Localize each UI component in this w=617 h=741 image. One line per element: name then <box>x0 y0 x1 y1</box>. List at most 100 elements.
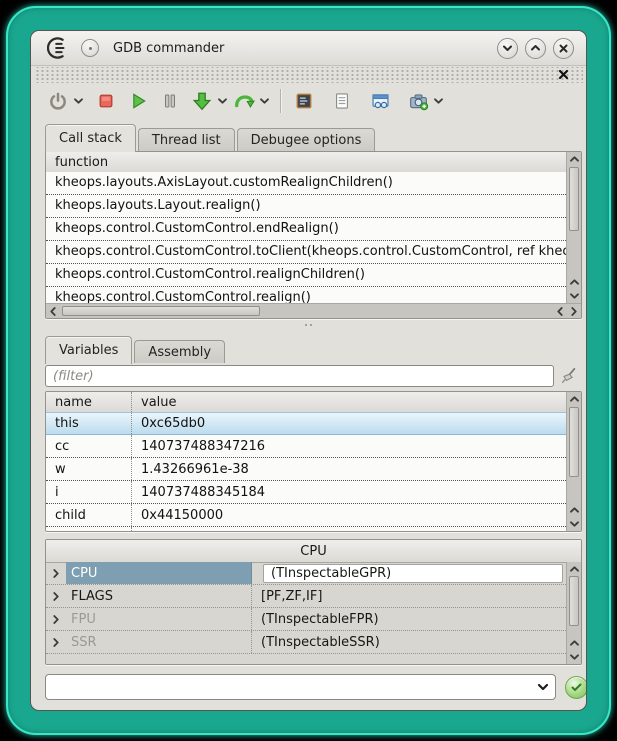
variable-value: 140737488345184 <box>132 481 566 503</box>
expand-chevron-icon[interactable] <box>46 585 66 607</box>
variable-value: 140737488347216 <box>132 435 566 457</box>
stack-frame-row[interactable]: kheops.control.CustomControl.toClient(kh… <box>46 241 566 264</box>
expand-chevron-icon[interactable] <box>46 631 66 653</box>
variable-value: 0x44150000 <box>132 504 566 526</box>
scrollbar-thumb[interactable] <box>569 576 579 626</box>
splitter-handle[interactable] <box>31 319 586 331</box>
cpu-vertical-scrollbar[interactable] <box>566 562 581 664</box>
register-group-name[interactable]: CPU <box>66 562 252 584</box>
register-group-row[interactable]: FLAGS [PF,ZF,IF] <box>46 585 566 608</box>
step-over-button[interactable] <box>231 88 257 114</box>
scrollbar-thumb[interactable] <box>62 306 260 316</box>
variables-panel: name value this 0xc65db0 cc 140737488347… <box>45 391 582 532</box>
register-group-name[interactable]: SSR <box>66 631 252 653</box>
callstack-vertical-scrollbar[interactable] <box>566 152 581 303</box>
scroll-arrows[interactable] <box>567 503 581 531</box>
register-value-editbox[interactable]: (TInspectableGPR) <box>263 564 563 583</box>
tab-variables[interactable]: Variables <box>45 336 132 364</box>
snapshot-button[interactable] <box>405 88 431 114</box>
clear-filter-button[interactable] <box>556 364 582 388</box>
expand-chevron-icon[interactable] <box>46 562 66 584</box>
toolbar-separator <box>280 89 282 113</box>
power-dropdown-button[interactable] <box>71 88 85 114</box>
variable-name: h <box>46 527 132 531</box>
variables-column-headers[interactable]: name value <box>46 392 566 413</box>
continue-button[interactable] <box>125 88 151 114</box>
dock-handle-bar[interactable] <box>34 67 583 83</box>
scroll-down-arrow-icon <box>570 654 579 660</box>
check-icon <box>571 683 582 692</box>
register-group-row[interactable]: FPU (TInspectableFPR) <box>46 608 566 631</box>
chevron-down-icon <box>502 44 513 52</box>
float-dock-button[interactable] <box>81 39 99 57</box>
variable-row[interactable]: this 0xc65db0 <box>46 412 566 435</box>
scroll-right-arrow-icon[interactable] <box>567 304 581 318</box>
dock-close-button[interactable] <box>558 69 569 80</box>
float-dock-dot-icon <box>89 47 92 50</box>
watch-window-icon <box>370 91 391 112</box>
variable-row[interactable]: w 1.43266961e-38 <box>46 458 566 481</box>
tab-debugee-options[interactable]: Debugee options <box>237 128 376 151</box>
scroll-up-arrow-icon[interactable] <box>567 562 581 576</box>
callstack-horizontal-scrollbar[interactable] <box>46 303 581 318</box>
variable-row[interactable]: i 140737488345184 <box>46 481 566 504</box>
pause-icon <box>161 92 179 110</box>
scrollbar-thumb[interactable] <box>569 167 579 231</box>
shade-up-button[interactable] <box>525 38 546 59</box>
function-column-header[interactable]: function <box>46 152 566 173</box>
gdb-command-combobox[interactable] <box>45 674 556 700</box>
stack-frame-row[interactable]: kheops.control.CustomControl.realignChil… <box>46 264 566 287</box>
stop-button[interactable] <box>93 88 119 114</box>
scrollbar-thumb[interactable] <box>569 407 579 477</box>
scroll-up-arrow-icon[interactable] <box>567 392 581 406</box>
chevron-down-icon <box>74 98 83 104</box>
pause-button[interactable] <box>157 88 183 114</box>
title-bar[interactable]: GDB commander <box>31 31 586 66</box>
variable-row[interactable]: cc 140737488347216 <box>46 435 566 458</box>
register-group-name[interactable]: FLAGS <box>66 585 252 607</box>
variable-row[interactable]: h 1.43266961e-38 <box>46 527 566 531</box>
messages-button[interactable] <box>329 88 355 114</box>
step-over-dropdown-button[interactable] <box>257 88 271 114</box>
cpu-register-list: CPU (TInspectableGPR) FLAGS [PF,ZF,IF] F… <box>46 562 566 664</box>
brush-icon <box>560 367 578 385</box>
watch-window-button[interactable] <box>367 88 393 114</box>
variable-row[interactable]: child 0x44150000 <box>46 504 566 527</box>
step-into-dropdown-button[interactable] <box>215 88 229 114</box>
name-column-header[interactable]: name <box>46 392 132 412</box>
send-command-button[interactable] <box>565 676 587 699</box>
register-group-value: (TInspectableSSR) <box>252 631 566 653</box>
scroll-arrows[interactable] <box>567 275 581 303</box>
step-into-button[interactable] <box>189 88 215 114</box>
stack-frame-row[interactable]: kheops.control.CustomControl.endRealign(… <box>46 218 566 241</box>
variables-filter-row <box>45 363 582 389</box>
expand-chevron-icon[interactable] <box>46 608 66 630</box>
stack-frame-row[interactable]: kheops.layouts.AxisLayout.customRealignC… <box>46 172 566 195</box>
tab-thread-list[interactable]: Thread list <box>138 128 235 151</box>
power-button[interactable] <box>45 88 71 114</box>
tab-assembly[interactable]: Assembly <box>134 340 225 363</box>
tab-call-stack[interactable]: Call stack <box>45 124 136 152</box>
snapshot-dropdown-button[interactable] <box>431 88 445 114</box>
scroll-up-arrow-icon[interactable] <box>567 152 581 166</box>
gdb-command-input[interactable] <box>46 677 531 697</box>
register-group-name[interactable]: FPU <box>66 608 252 630</box>
combobox-dropdown-button[interactable] <box>531 675 555 699</box>
variable-value: 1.43266961e-38 <box>132 527 566 531</box>
stack-frame-row[interactable]: kheops.control.CustomControl.realign() <box>46 287 566 303</box>
chevron-down-icon <box>260 98 269 104</box>
close-window-button[interactable] <box>553 38 574 59</box>
filter-input[interactable] <box>45 365 554 387</box>
value-column-header[interactable]: value <box>132 392 566 412</box>
shade-down-button[interactable] <box>497 38 518 59</box>
scroll-left-arrow-icon[interactable] <box>46 304 60 318</box>
cpu-view-button[interactable] <box>291 88 317 114</box>
variables-vertical-scrollbar[interactable] <box>566 392 581 531</box>
register-group-row[interactable]: SSR (TInspectableSSR) <box>46 631 566 654</box>
register-group-row[interactable]: CPU (TInspectableGPR) <box>46 562 566 585</box>
cpu-panel-header: CPU <box>46 540 581 563</box>
scroll-arrows[interactable] <box>567 636 581 664</box>
scroll-left-arrow-icon[interactable] <box>553 304 567 318</box>
variable-name: cc <box>46 435 132 457</box>
stack-frame-row[interactable]: kheops.layouts.Layout.realign() <box>46 195 566 218</box>
